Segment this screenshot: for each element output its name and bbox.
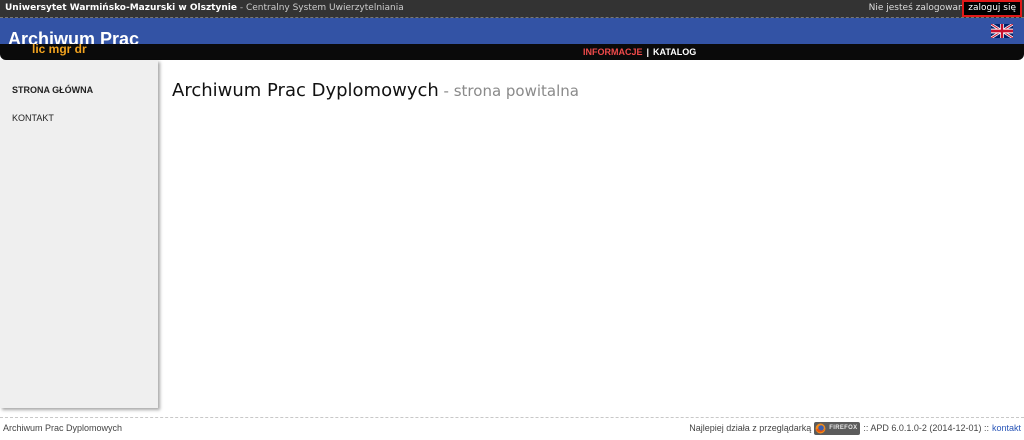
footer-divider [0,417,1024,418]
footer-contact-link[interactable]: kontakt [992,422,1021,434]
app-subtitle: lic mgr dr [32,42,87,56]
login-button[interactable]: zaloguj się [962,0,1022,17]
page-title-main: Archiwum Prac Dyplomowych [172,80,439,101]
sidebar-item-kontakt[interactable]: KONTAKT [12,112,54,124]
page-title: Archiwum Prac Dyplomowych - strona powit… [172,79,579,103]
footer-browser-text: Najlepiej działa z przeglądarką [689,423,812,433]
nav-item-katalog[interactable]: KATALOG [653,47,696,57]
footer-app-name: Archiwum Prac Dyplomowych [3,423,123,433]
university-name: Uniwersytet Warmińsko-Mazurski w Olsztyn… [5,3,237,13]
footer-right: Najlepiej działa z przeglądarką FIREFOX … [689,421,1021,435]
main-nav: INFORMACJE | KATALOG [583,46,696,58]
top-bar-separator: - [236,3,246,13]
auth-system-name: Centralny System Uwierzytelniania [245,3,404,13]
nav-separator: | [646,47,650,57]
sidebar: STRONA GŁÓWNA KONTAKT [0,60,158,408]
nav-bar: lic mgr dr INFORMACJE | KATALOG [0,42,1024,60]
sidebar-item-strona-glowna[interactable]: STRONA GŁÓWNA [12,84,93,96]
page-title-sub: - strona powitalna [438,82,579,100]
uk-flag-icon[interactable] [991,24,1013,38]
footer-version: :: APD 6.0.1.0-2 (2014-12-01) :: [863,423,989,433]
app-header: Archiwum Prac [0,18,1024,49]
top-bar: Uniwersytet Warmińsko-Mazurski w Olsztyn… [0,0,1024,18]
firefox-icon [815,423,826,433]
top-bar-left: Uniwersytet Warmińsko-Mazurski w Olsztyn… [5,2,404,14]
login-status: Nie jesteś zalogowany [868,3,969,13]
firefox-badge[interactable]: FIREFOX [814,421,861,435]
nav-item-informacje[interactable]: INFORMACJE [583,47,643,57]
firefox-badge-label: FIREFOX [829,425,858,431]
